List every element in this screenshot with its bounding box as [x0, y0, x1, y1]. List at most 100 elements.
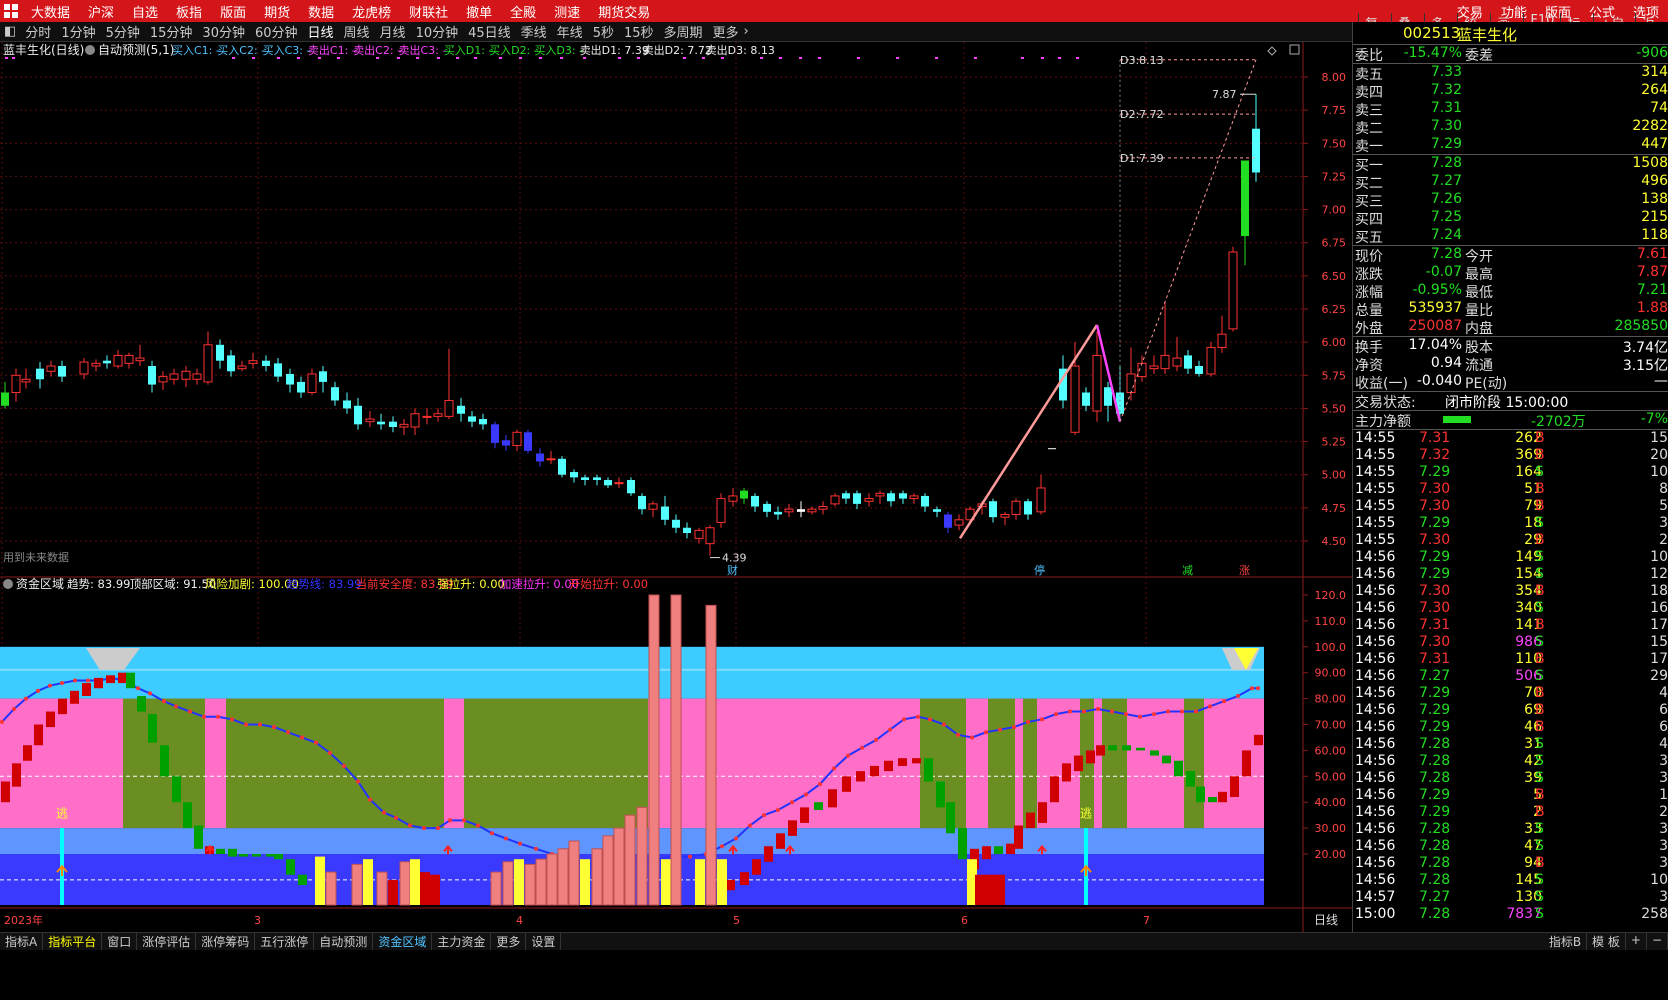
menu-item-8[interactable]: 财联社 — [400, 2, 457, 21]
price-tick-label: 4.50 — [1322, 535, 1347, 548]
stock-name: 蓝丰生化 — [1457, 26, 1518, 44]
candle-body — [648, 503, 658, 510]
period-tab-10[interactable]: 45日线 — [463, 22, 516, 41]
candle-body — [1036, 487, 1046, 513]
chart-area[interactable]: 蓝丰生化(日线) 自动预测(5,1) 买入C1: - 买入C2: - 买入C3: - 卖出… — [0, 42, 1352, 932]
menu-item-12[interactable]: 期货交易 — [589, 2, 659, 21]
menu-item-1[interactable]: 沪深 — [79, 2, 123, 21]
sub-bar — [1242, 750, 1251, 777]
signal-dot — [252, 57, 255, 59]
tick-price: 7.29 — [1419, 464, 1451, 480]
candle-body — [262, 360, 270, 367]
sub-bar — [216, 848, 225, 854]
stat-label-a: 现价 — [1355, 249, 1383, 264]
menu-item-9[interactable]: 撤单 — [457, 2, 501, 21]
indicator-toggle-icon[interactable] — [85, 45, 95, 55]
period-tab-11[interactable]: 季线 — [516, 22, 552, 41]
sub-bar — [1162, 755, 1171, 764]
period-tab-7[interactable]: 周线 — [339, 22, 375, 41]
ask-row-0[interactable]: 卖五 7.33 314 — [1353, 64, 1668, 82]
bottom-tab-0[interactable]: 指标A — [0, 933, 44, 950]
tick-side: S — [1535, 889, 1544, 905]
trend-point — [846, 753, 850, 758]
ask-row-1[interactable]: 卖四 7.32 264 — [1353, 82, 1668, 100]
bid-row-1[interactable]: 买二 7.27 496 — [1353, 173, 1668, 191]
candle-body — [1184, 355, 1192, 369]
period-tab-16[interactable]: 更多 — [708, 22, 744, 41]
tick-time: 14:56 — [1355, 651, 1396, 667]
candle-body — [192, 373, 202, 380]
trend-point — [928, 717, 932, 722]
ask-row-4-label: 卖一 — [1355, 139, 1383, 154]
menu-item-6[interactable]: 数据 — [299, 2, 343, 21]
candle-body — [113, 354, 123, 367]
trend-point — [720, 844, 724, 849]
volume-bar — [514, 859, 524, 905]
bid-row-4[interactable]: 买五 7.24 118 — [1353, 227, 1668, 245]
layout-toggle-icon[interactable]: ◧ — [0, 24, 20, 39]
more-arrow-icon[interactable]: › — [744, 24, 749, 39]
menu-item-2[interactable]: 自选 — [123, 2, 167, 21]
candle-body — [944, 514, 952, 528]
tick-count: 5 — [1659, 498, 1668, 514]
bottom-tab-5[interactable]: 五行涨停 — [255, 933, 315, 950]
period-tab-9[interactable]: 10分钟 — [411, 22, 464, 41]
menu-item-7[interactable]: 龙虎榜 — [343, 2, 400, 21]
candle-body — [158, 376, 168, 383]
period-tab-14[interactable]: 15秒 — [619, 22, 659, 41]
bottom-right-1[interactable]: 模 板 — [1587, 933, 1626, 950]
ask-row-3[interactable]: 卖二 7.30 2282 — [1353, 118, 1668, 136]
period-tab-3[interactable]: 15分钟 — [145, 22, 198, 41]
tick-side: S — [1535, 515, 1544, 531]
volume-bar — [568, 840, 580, 906]
bottom-tab-1[interactable]: 指标平台 — [43, 933, 103, 950]
period-tab-2[interactable]: 5分钟 — [101, 22, 145, 41]
menu-item-10[interactable]: 全殿 — [501, 2, 545, 21]
period-tab-0[interactable]: 分时 — [20, 22, 56, 41]
menu-item-4[interactable]: 版面 — [211, 2, 255, 21]
bid-row-2[interactable]: 买三 7.26 138 — [1353, 191, 1668, 209]
bottom-right-0[interactable]: 指标B — [1544, 933, 1588, 950]
bottom-tab-6[interactable]: 自动预测 — [314, 933, 374, 950]
bottom-tab-7[interactable]: 资金区域 — [373, 933, 433, 950]
period-tab-5[interactable]: 60分钟 — [250, 22, 303, 41]
ask-row-0-price: 7.33 — [1430, 64, 1462, 80]
signal-dot — [721, 57, 724, 59]
period-tab-12[interactable]: 年线 — [552, 22, 588, 41]
menu-item-3[interactable]: 板指 — [167, 2, 211, 21]
bid-row-0[interactable]: 买一 7.28 1508 — [1353, 155, 1668, 173]
bid-row-3[interactable]: 买四 7.25 215 — [1353, 209, 1668, 227]
menu-item-5[interactable]: 期货 — [255, 2, 299, 21]
candle-body — [1000, 513, 1010, 518]
period-tab-6[interactable]: 日线 — [303, 22, 339, 41]
candle-body — [1195, 366, 1203, 374]
menu-item-11[interactable]: 测速 — [545, 2, 589, 21]
period-tab-8[interactable]: 月线 — [375, 22, 411, 41]
period-tab-13[interactable]: 5秒 — [588, 22, 619, 41]
sub-toggle-icon[interactable] — [3, 579, 13, 589]
candle-body — [1172, 357, 1182, 367]
bottom-right-2[interactable]: + — [1626, 933, 1647, 950]
bottom-tab-8[interactable]: 主力资金 — [432, 933, 492, 950]
bottom-tab-4[interactable]: 涨停筹码 — [196, 933, 256, 950]
bottom-right-3[interactable]: − — [1647, 933, 1668, 950]
bottom-tab-10[interactable]: 设置 — [526, 933, 562, 950]
period-tab-15[interactable]: 多周期 — [659, 22, 708, 41]
ask-row-4[interactable]: 卖一 7.29 447 — [1353, 136, 1668, 154]
ask-row-2[interactable]: 卖三 7.31 74 — [1353, 100, 1668, 118]
app-logo-icon[interactable] — [0, 0, 22, 22]
stat-label-a: 涨跌 — [1355, 267, 1383, 282]
sub-bar — [1086, 750, 1095, 764]
signal-dot — [499, 57, 502, 59]
bottom-tab-9[interactable]: 更多 — [491, 933, 527, 950]
period-tab-1[interactable]: 1分钟 — [56, 22, 100, 41]
tick-price: 7.29 — [1419, 702, 1451, 718]
volume-bar — [388, 879, 398, 905]
period-tab-4[interactable]: 30分钟 — [197, 22, 250, 41]
tick-side: B — [1535, 685, 1545, 701]
volume-bar — [430, 874, 440, 905]
signal-dot — [456, 57, 459, 59]
bottom-tab-3[interactable]: 涨停评估 — [137, 933, 197, 950]
bottom-tab-2[interactable]: 窗口 — [102, 933, 138, 950]
menu-item-0[interactable]: 大数据 — [22, 2, 79, 21]
